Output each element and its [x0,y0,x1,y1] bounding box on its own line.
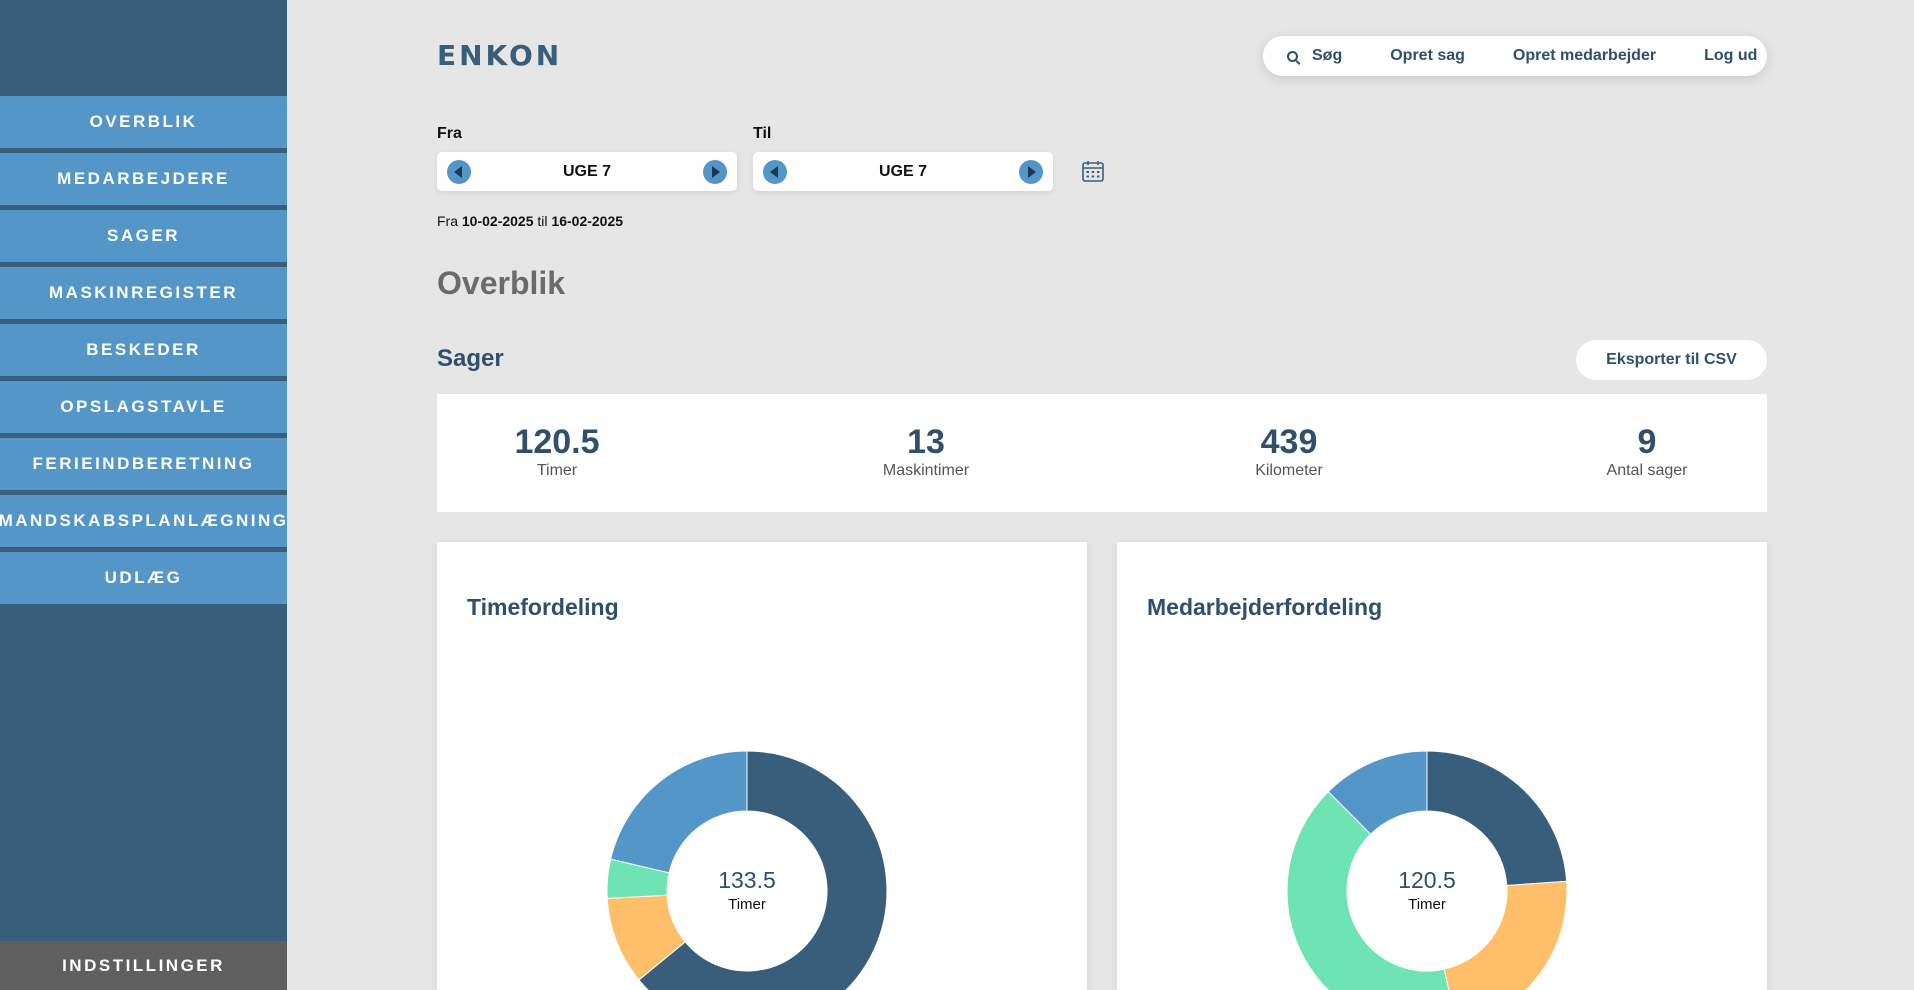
donut-total: 133.5 [718,867,776,893]
donut-slice-3[interactable] [610,750,748,874]
sidebar-nav: OVERBLIK MEDARBEJDERE SAGER MASKINREGIST… [0,96,287,609]
to-week-value: UGE 7 [878,162,927,180]
chart-card-timefordeling: Timefordeling 133.5 Timer [437,542,1087,990]
sidebar-item-ferieindberetning[interactable]: FERIEINDBERETNING [0,438,287,490]
from-label: Fra [437,125,462,142]
stat-timer: 120.5 Timer [457,423,657,480]
search-icon [1287,50,1298,62]
stats-panel: 120.5 Timer 13 Maskintimer 439 Kilometer… [437,394,1767,512]
search-link[interactable]: Søg [1287,47,1342,65]
sidebar-item-udlaeg[interactable]: UDLÆG [0,552,287,604]
create-case-link[interactable]: Opret sag [1390,47,1465,65]
donut-unit: Timer [728,896,766,913]
create-employee-link[interactable]: Opret medarbejder [1513,47,1656,65]
app-root: OVERBLIK MEDARBEJDERE SAGER MASKINREGIST… [0,0,1914,990]
chart-title: Timefordeling [467,594,619,620]
donut-unit: Timer [1408,896,1446,913]
logout-link[interactable]: Log ud [1704,47,1757,65]
date-range-text: Fra 10-02-2025 til 16-02-2025 [437,213,623,229]
chart-card-medarbejderfordeling: Medarbejderfordeling 120.5 Timer [1117,542,1767,990]
sidebar-item-sager[interactable]: SAGER [0,210,287,262]
donut-slice-0[interactable] [1426,750,1568,887]
stat-value: 439 [1260,423,1318,461]
date-range-mid: til [537,213,548,229]
stat-maskintimer: 13 Maskintimer [826,423,1026,480]
from-week-value: UGE 7 [562,162,611,180]
sidebar-item-overblik[interactable]: OVERBLIK [0,96,287,148]
to-week-picker: UGE 7 [753,152,1053,191]
stat-kilometer: 439 Kilometer [1189,423,1389,480]
donut-center: 133.5 Timer [687,867,807,913]
stat-label: Antal sager [1606,462,1688,480]
date-range-prefix: Fra [437,213,458,229]
to-label: Til [753,125,772,142]
chart-title: Medarbejderfordeling [1147,594,1383,620]
sidebar-item-medarbejdere[interactable]: MEDARBEJDERE [0,153,287,205]
donut-center: 120.5 Timer [1367,867,1487,913]
sidebar-item-mandskabsplanlaegning[interactable]: MANDSKABSPLANLÆGNING [0,495,287,547]
sidebar-item-maskinregister[interactable]: MASKINREGISTER [0,267,287,319]
stat-label: Kilometer [1255,462,1323,480]
to-prev-week-button[interactable] [763,159,787,184]
stat-antal-sager: 9 Antal sager [1547,423,1747,480]
from-next-week-button[interactable] [702,159,727,184]
donut-total: 120.5 [1398,867,1456,893]
sidebar-item-opslagstavle[interactable]: OPSLAGSTAVLE [0,381,287,433]
section-title-sager: Sager [437,345,504,372]
sidebar-item-beskeder[interactable]: BESKEDER [0,324,287,376]
date-range-start: 10-02-2025 [461,213,534,229]
date-range-end: 16-02-2025 [551,213,624,229]
search-label: Søg [1312,47,1343,64]
stat-value: 9 [1637,423,1657,461]
stat-label: Timer [536,462,578,480]
stat-value: 13 [907,423,945,461]
export-csv-button[interactable]: Eksporter til CSV [1576,340,1767,380]
from-prev-week-button[interactable] [447,159,471,184]
stat-value: 120.5 [514,423,600,461]
sidebar: OVERBLIK MEDARBEJDERE SAGER MASKINREGIST… [0,0,287,990]
top-nav: Søg Opret sag Opret medarbejder Log ud [1263,36,1767,76]
from-week-picker: UGE 7 [437,152,737,191]
calendar-icon[interactable] [1081,159,1105,183]
page-title: Overblik [437,265,566,301]
to-next-week-button[interactable] [1018,159,1043,184]
sidebar-item-indstillinger[interactable]: INDSTILLINGER [0,941,287,990]
stat-label: Maskintimer [882,462,970,480]
enkon-logo[interactable]: ENKON [437,39,587,72]
